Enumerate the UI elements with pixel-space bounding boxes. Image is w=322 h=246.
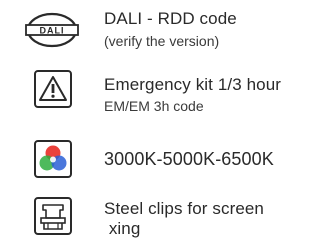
steel-clips-title: Steel clips for screen [104, 199, 264, 218]
emergency-subtitle: EM/EM 3h code [104, 98, 204, 114]
steel-clips-subtitle: xing [104, 219, 141, 238]
dali-logo-icon: DALI [25, 12, 79, 48]
color-temperature-title: 3000K-5000K-6500K [104, 149, 274, 169]
dali-logo-text: DALI [40, 26, 65, 36]
emergency-title: Emergency kit 1/3 hour [104, 75, 282, 94]
rgb-color-temperature-icon [34, 140, 72, 178]
dali-subtitle: (verify the version) [104, 33, 220, 49]
dali-title: DALI - RDD code [104, 9, 237, 28]
steel-clip-icon [34, 197, 72, 235]
emergency-warning-icon [34, 70, 72, 108]
